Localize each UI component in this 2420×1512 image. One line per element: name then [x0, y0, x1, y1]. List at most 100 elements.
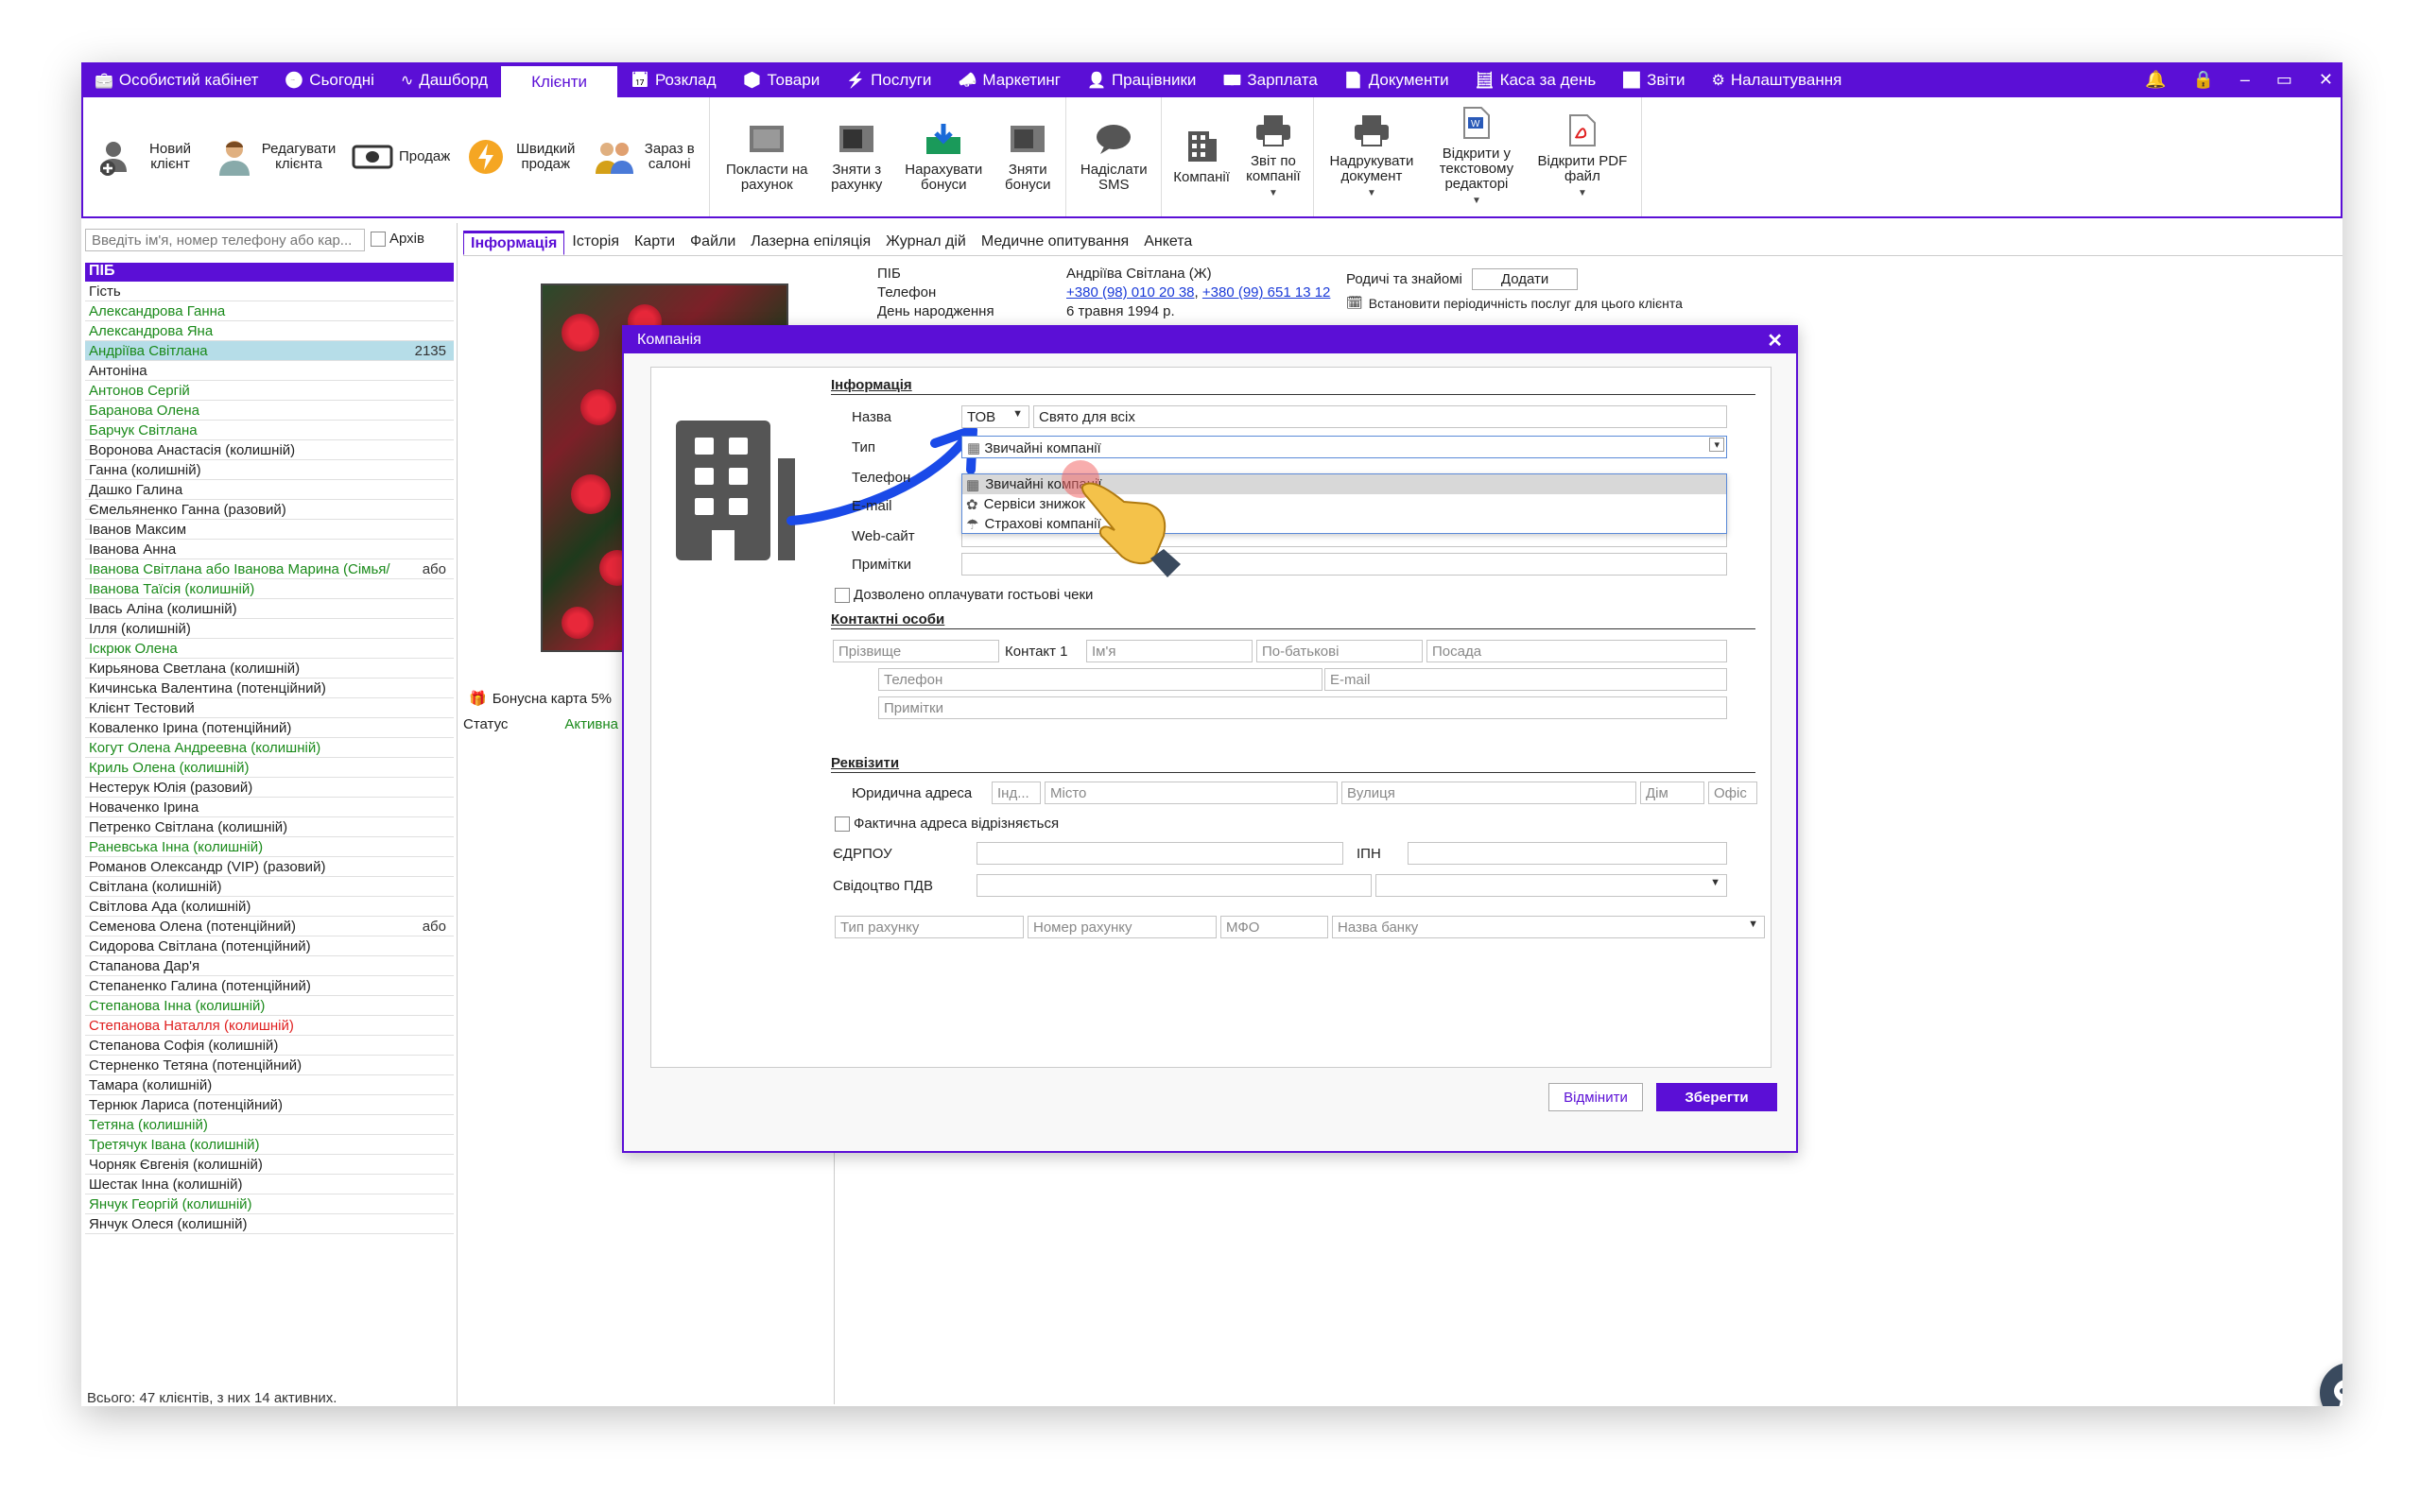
client-row[interactable]: Романов Олександр (VIP) (разовий)	[85, 857, 454, 877]
client-row[interactable]: Ємельяненко Ганна (разовий)	[85, 500, 454, 520]
detail-tab[interactable]: Карти	[627, 231, 683, 255]
lock-icon[interactable]: 🔒	[2192, 70, 2213, 90]
vat-select[interactable]: ▼	[1375, 874, 1727, 897]
client-row[interactable]: Світлана (колишній)	[85, 877, 454, 897]
client-row[interactable]: Антоніна	[85, 361, 454, 381]
actual-address-checkbox[interactable]: Фактична адреса відрізняється	[835, 816, 1059, 832]
client-row[interactable]: Александрова Яна	[85, 321, 454, 341]
detail-tab[interactable]: Журнал дій	[878, 231, 974, 255]
client-row[interactable]: Баранова Олена	[85, 401, 454, 421]
client-row[interactable]: Іванова Світлана або Іванова Марина (Сім…	[85, 559, 454, 579]
put-on-account-button[interactable]: Покласти на рахунок	[714, 117, 820, 197]
contact-phone-input[interactable]: Телефон	[878, 668, 1322, 691]
account-number-input[interactable]: Номер рахунку	[1028, 916, 1217, 938]
client-row[interactable]: Гість	[85, 282, 454, 301]
client-row[interactable]: Третячук Івана (колишній)	[85, 1135, 454, 1155]
house-input[interactable]: Дім	[1640, 782, 1704, 804]
contact-notes-input[interactable]: Примітки	[878, 696, 1727, 719]
tab-5[interactable]: 📦 Товари	[730, 62, 834, 97]
tab-13[interactable]: ⚙ Налаштування	[1698, 62, 1855, 97]
client-row[interactable]: Дашко Галина	[85, 480, 454, 500]
client-search-input[interactable]	[85, 229, 365, 251]
tab-8[interactable]: 👤 Працівники	[1074, 62, 1209, 97]
contact-email-input[interactable]: E-mail	[1324, 668, 1727, 691]
tab-10[interactable]: 📄 Документи	[1331, 62, 1462, 97]
edrpou-input[interactable]	[977, 842, 1343, 865]
client-row[interactable]: Світлова Ада (колишній)	[85, 897, 454, 917]
detail-tab[interactable]: Історія	[564, 231, 627, 255]
client-row[interactable]: Степанова Софія (колишній)	[85, 1036, 454, 1056]
quick-sale-button[interactable]: Швидкий продаж	[458, 135, 586, 179]
client-row[interactable]: Іванова Таїсія (колишній)	[85, 579, 454, 599]
phone-link-2[interactable]: +380 (99) 651 13 12	[1202, 284, 1331, 301]
client-row[interactable]: Когут Олена Андреевна (колишній)	[85, 738, 454, 758]
edit-client-button[interactable]: Редагувати клієнта	[206, 135, 344, 179]
client-row[interactable]: Ілля (колишній)	[85, 619, 454, 639]
checkbox-box[interactable]	[835, 816, 850, 832]
bell-icon[interactable]: 🔔	[2145, 70, 2166, 90]
detail-tab[interactable]: Медичне опитування	[974, 231, 1136, 255]
client-row[interactable]: Тернюк Лариса (потенційний)	[85, 1095, 454, 1115]
tab-4[interactable]: 📅 Розклад	[617, 62, 730, 97]
client-row[interactable]: Воронова Анастасія (колишній)	[85, 440, 454, 460]
dialog-close-icon[interactable]: ✕	[1767, 329, 1783, 352]
client-row[interactable]: Сидорова Світлана (потенційний)	[85, 936, 454, 956]
client-row[interactable]: Криль Олена (колишній)	[85, 758, 454, 778]
print-document-button[interactable]: Надрукувати документ ▼	[1318, 109, 1426, 205]
client-row[interactable]: Іскрюк Олена	[85, 639, 454, 659]
send-sms-button[interactable]: Надіслати SMS	[1070, 117, 1157, 197]
open-text-editor-button[interactable]: W Відкрити у текстовому редакторі ▼	[1426, 101, 1528, 213]
tab-6[interactable]: ⚡ Послуги	[833, 62, 944, 97]
company-type-select[interactable]: ▦ Звичайні компанії ▾	[961, 436, 1727, 458]
client-row[interactable]: Тетяна (колишній)	[85, 1115, 454, 1135]
index-input[interactable]: Інд...	[992, 782, 1041, 804]
periodic-services-link[interactable]: 🗓 Встановити періодичність послуг для ць…	[1346, 295, 1683, 311]
contact-position-input[interactable]: Посада	[1426, 640, 1727, 662]
tab-2[interactable]: ∿ Дашборд	[388, 62, 501, 97]
new-client-button[interactable]: Новий клієнт	[87, 135, 206, 179]
now-in-salon-button[interactable]: Зараз в салоні	[586, 135, 705, 179]
withdraw-account-button[interactable]: Зняти з рахунку	[820, 117, 893, 197]
client-row[interactable]: Шестак Інна (колишній)	[85, 1175, 454, 1194]
tab-1[interactable]: 🕘 Сьогодні	[271, 62, 388, 97]
client-row[interactable]: Андріїва Світлана 2135	[85, 341, 454, 361]
client-row[interactable]: Александрова Ганна	[85, 301, 454, 321]
maximize-icon[interactable]: ▭	[2276, 70, 2292, 90]
client-row[interactable]: Клієнт Тестовий	[85, 698, 454, 718]
tab-7[interactable]: 📣 Маркетинг	[944, 62, 1074, 97]
client-row[interactable]: Барчук Світлана	[85, 421, 454, 440]
cancel-button[interactable]: Відмінити	[1548, 1083, 1643, 1111]
detail-tab[interactable]: Інформація	[463, 231, 565, 255]
client-row[interactable]: Нестерук Юлія (разовий)	[85, 778, 454, 798]
close-icon[interactable]: ✕	[2319, 70, 2333, 90]
client-row[interactable]: Стерненко Тетяна (потенційний)	[85, 1056, 454, 1075]
tab-11[interactable]: 🧮 Каса за день	[1462, 62, 1610, 97]
contact-patronymic-input[interactable]: По-батькові	[1256, 640, 1423, 662]
accrue-bonus-button[interactable]: Нарахувати бонуси	[893, 117, 994, 197]
account-type-input[interactable]: Тип рахунку	[835, 916, 1024, 938]
client-row[interactable]: Кичинська Валентина (потенційний)	[85, 679, 454, 698]
client-row[interactable]: Степанова Інна (колишній)	[85, 996, 454, 1016]
client-row[interactable]: Ганна (колишній)	[85, 460, 454, 480]
client-row[interactable]: Чорняк Євгенія (колишній)	[85, 1155, 454, 1175]
company-report-button[interactable]: Звіт по компанії ▼	[1237, 109, 1309, 205]
client-row[interactable]: Новаченко Ірина	[85, 798, 454, 817]
client-row[interactable]: Степаненко Галина (потенційний)	[85, 976, 454, 996]
street-input[interactable]: Вулиця	[1341, 782, 1636, 804]
client-row[interactable]: Іванова Анна	[85, 540, 454, 559]
save-button[interactable]: Зберегти	[1656, 1083, 1777, 1111]
contact-surname-input[interactable]: Прізвище	[833, 640, 999, 662]
detail-tab[interactable]: Анкета	[1136, 231, 1200, 255]
checkbox-box[interactable]	[371, 231, 386, 247]
client-row[interactable]: Янчук Георгій (колишній)	[85, 1194, 454, 1214]
bank-name-select[interactable]: Назва банку ▼	[1332, 916, 1765, 938]
tab-3[interactable]: Клієнти	[501, 66, 618, 97]
companies-button[interactable]: Компанії	[1166, 125, 1237, 189]
client-row[interactable]: Раневська Інна (колишній)	[85, 837, 454, 857]
org-form-select[interactable]: ТОВ ▼	[961, 405, 1029, 428]
client-row[interactable]: Тамара (колишній)	[85, 1075, 454, 1095]
add-relative-button[interactable]: Додати	[1471, 268, 1579, 290]
client-row[interactable]: Коваленко Ірина (потенційний)	[85, 718, 454, 738]
detail-tab[interactable]: Лазерна епіляція	[743, 231, 878, 255]
office-input[interactable]: Офіс	[1708, 782, 1757, 804]
